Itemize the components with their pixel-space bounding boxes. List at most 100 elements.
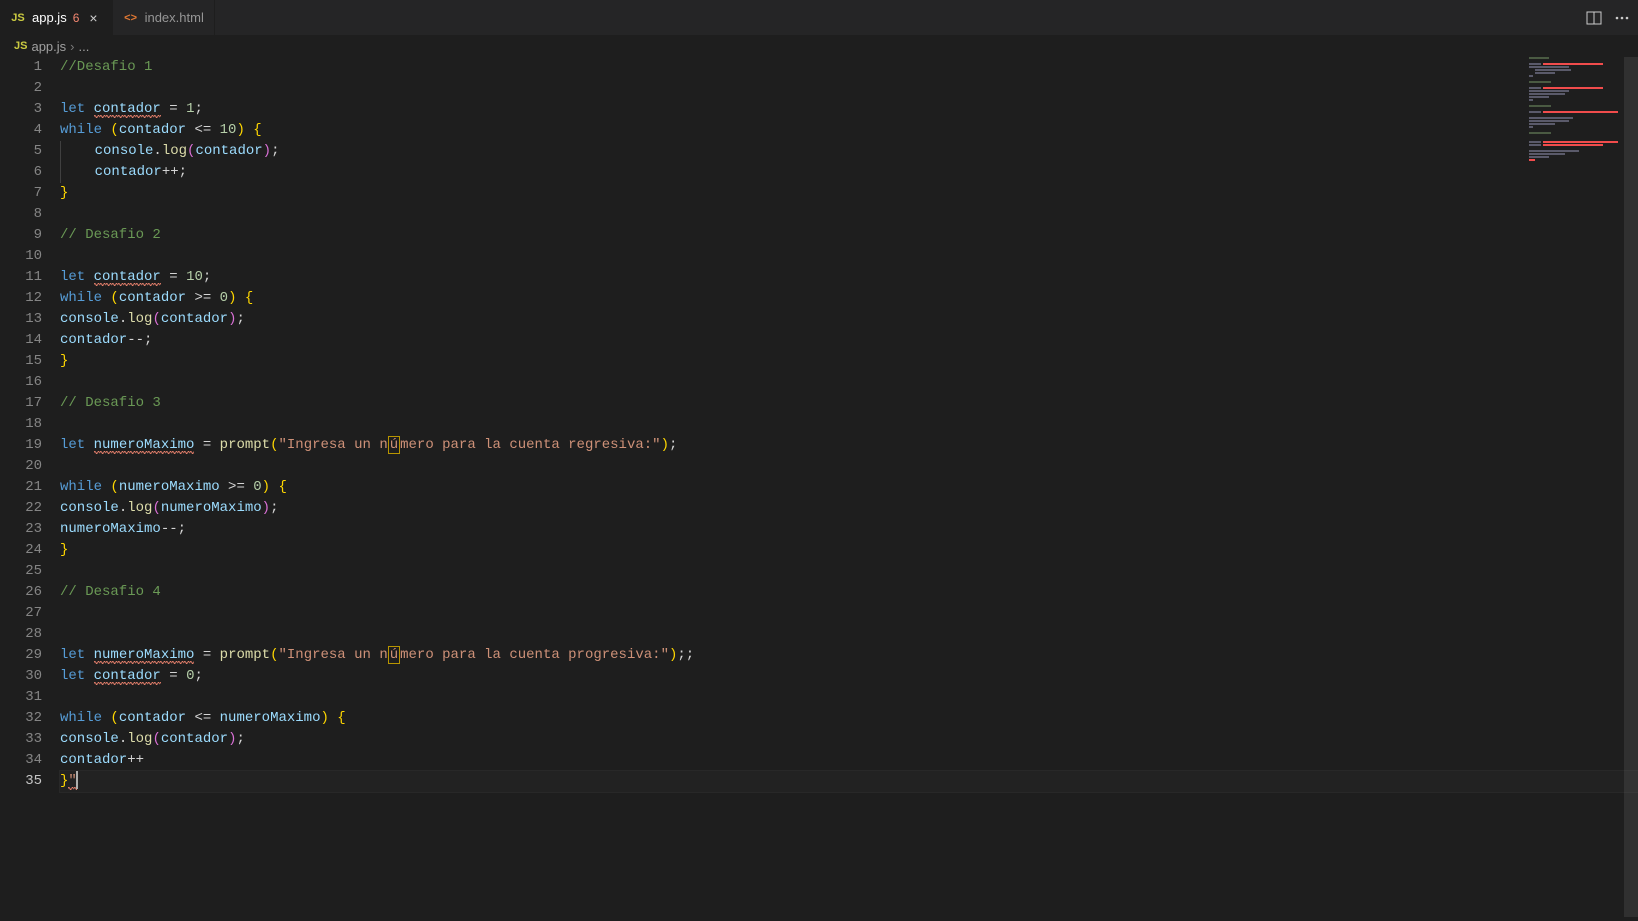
code-token: (	[110, 290, 118, 306]
code-content[interactable]: //Desafio 1 let contador = 1; while (con…	[60, 57, 1638, 921]
vertical-scrollbar[interactable]	[1624, 57, 1638, 921]
code-token: numeroMaximo	[161, 500, 262, 516]
line-number: 8	[0, 204, 42, 225]
line-number: 26	[0, 582, 42, 603]
code-token: contador	[119, 290, 186, 306]
code-token: while	[60, 290, 102, 306]
code-token: )	[263, 143, 271, 159]
line-number: 1	[0, 57, 42, 78]
code-token: contador	[161, 311, 228, 327]
js-icon: JS	[10, 10, 26, 26]
line-number: 13	[0, 309, 42, 330]
code-token: numeroMaximo	[60, 521, 161, 537]
code-token: let	[60, 269, 85, 285]
code-token: =	[161, 101, 186, 117]
code-token: 0	[253, 479, 261, 495]
code-token: console	[60, 500, 119, 516]
code-token: .	[153, 143, 161, 159]
code-token	[236, 290, 244, 306]
code-token: --;	[127, 332, 152, 348]
code-token: let	[60, 101, 85, 117]
line-number: 24	[0, 540, 42, 561]
close-icon[interactable]: ×	[85, 10, 101, 26]
code-token: ú	[388, 646, 400, 664]
code-token: contador	[95, 164, 162, 180]
line-number: 19	[0, 435, 42, 456]
editor-actions	[1586, 0, 1630, 35]
code-token: )	[262, 479, 270, 495]
line-number: 32	[0, 708, 42, 729]
code-token: contador	[94, 269, 161, 286]
code-token: numeroMaximo	[119, 479, 220, 495]
code-token: .	[119, 500, 127, 516]
line-number: 10	[0, 246, 42, 267]
code-token: ;	[236, 311, 244, 327]
split-editor-icon[interactable]	[1586, 10, 1602, 26]
tab-problem-badge: 6	[73, 11, 80, 25]
tab-label: index.html	[145, 10, 204, 25]
code-token: contador	[161, 731, 228, 747]
code-token: (	[110, 710, 118, 726]
code-token: }	[60, 542, 68, 558]
code-token: }	[60, 353, 68, 369]
code-token: >=	[220, 479, 254, 495]
code-token: "Ingresa un n	[279, 647, 388, 663]
code-token: =	[194, 437, 219, 453]
line-number: 27	[0, 603, 42, 624]
breadcrumb[interactable]: JS app.js › ...	[0, 35, 1638, 57]
line-number: 9	[0, 225, 42, 246]
scrollbar-thumb[interactable]	[1624, 57, 1638, 917]
code-token: (	[270, 647, 278, 663]
minimap[interactable]	[1529, 57, 1624, 217]
code-token: (	[152, 731, 160, 747]
code-token: 0	[220, 290, 228, 306]
code-editor[interactable]: 1234567891011121314151617181920212223242…	[0, 57, 1638, 921]
text-cursor	[76, 771, 78, 789]
code-token: // Desafio 2	[60, 227, 161, 243]
code-token: }	[60, 185, 68, 201]
line-number: 6	[0, 162, 42, 183]
code-token: contador	[119, 122, 186, 138]
line-number: 20	[0, 456, 42, 477]
code-token: contador	[94, 668, 161, 685]
code-token: >=	[186, 290, 220, 306]
line-number: 25	[0, 561, 42, 582]
code-token: ;	[270, 500, 278, 516]
code-token: prompt	[220, 647, 270, 663]
code-token: (	[110, 479, 118, 495]
line-number: 18	[0, 414, 42, 435]
code-token: )	[661, 437, 669, 453]
line-number: 11	[0, 267, 42, 288]
line-number: 7	[0, 183, 42, 204]
line-number: 34	[0, 750, 42, 771]
code-token: // Desafio 3	[60, 395, 161, 411]
line-number: 15	[0, 351, 42, 372]
line-number: 29	[0, 645, 42, 666]
line-number: 31	[0, 687, 42, 708]
code-token: )	[262, 500, 270, 516]
line-number: 3	[0, 99, 42, 120]
code-token: console	[95, 143, 154, 159]
line-number: 28	[0, 624, 42, 645]
code-token: ;;	[677, 647, 694, 663]
line-number: 35	[0, 771, 42, 792]
more-actions-icon[interactable]	[1614, 10, 1630, 26]
tab-app-js[interactable]: JS app.js 6 ×	[0, 0, 113, 35]
code-token: ;	[669, 437, 677, 453]
code-token: {	[278, 479, 286, 495]
code-token: ;	[271, 143, 279, 159]
line-number: 17	[0, 393, 42, 414]
code-token: .	[119, 731, 127, 747]
tab-index-html[interactable]: <> index.html	[113, 0, 215, 35]
code-token: while	[60, 710, 102, 726]
code-token: (	[110, 122, 118, 138]
breadcrumb-file: app.js	[31, 39, 66, 54]
code-token: =	[194, 647, 219, 663]
code-token: ++	[127, 752, 144, 768]
line-number: 22	[0, 498, 42, 519]
tab-label: app.js	[32, 10, 67, 25]
code-token: "Ingresa un n	[279, 437, 388, 453]
code-token: =	[161, 269, 186, 285]
code-token: ;	[194, 101, 202, 117]
code-token: mero para la cuenta regresiva:"	[400, 437, 660, 453]
